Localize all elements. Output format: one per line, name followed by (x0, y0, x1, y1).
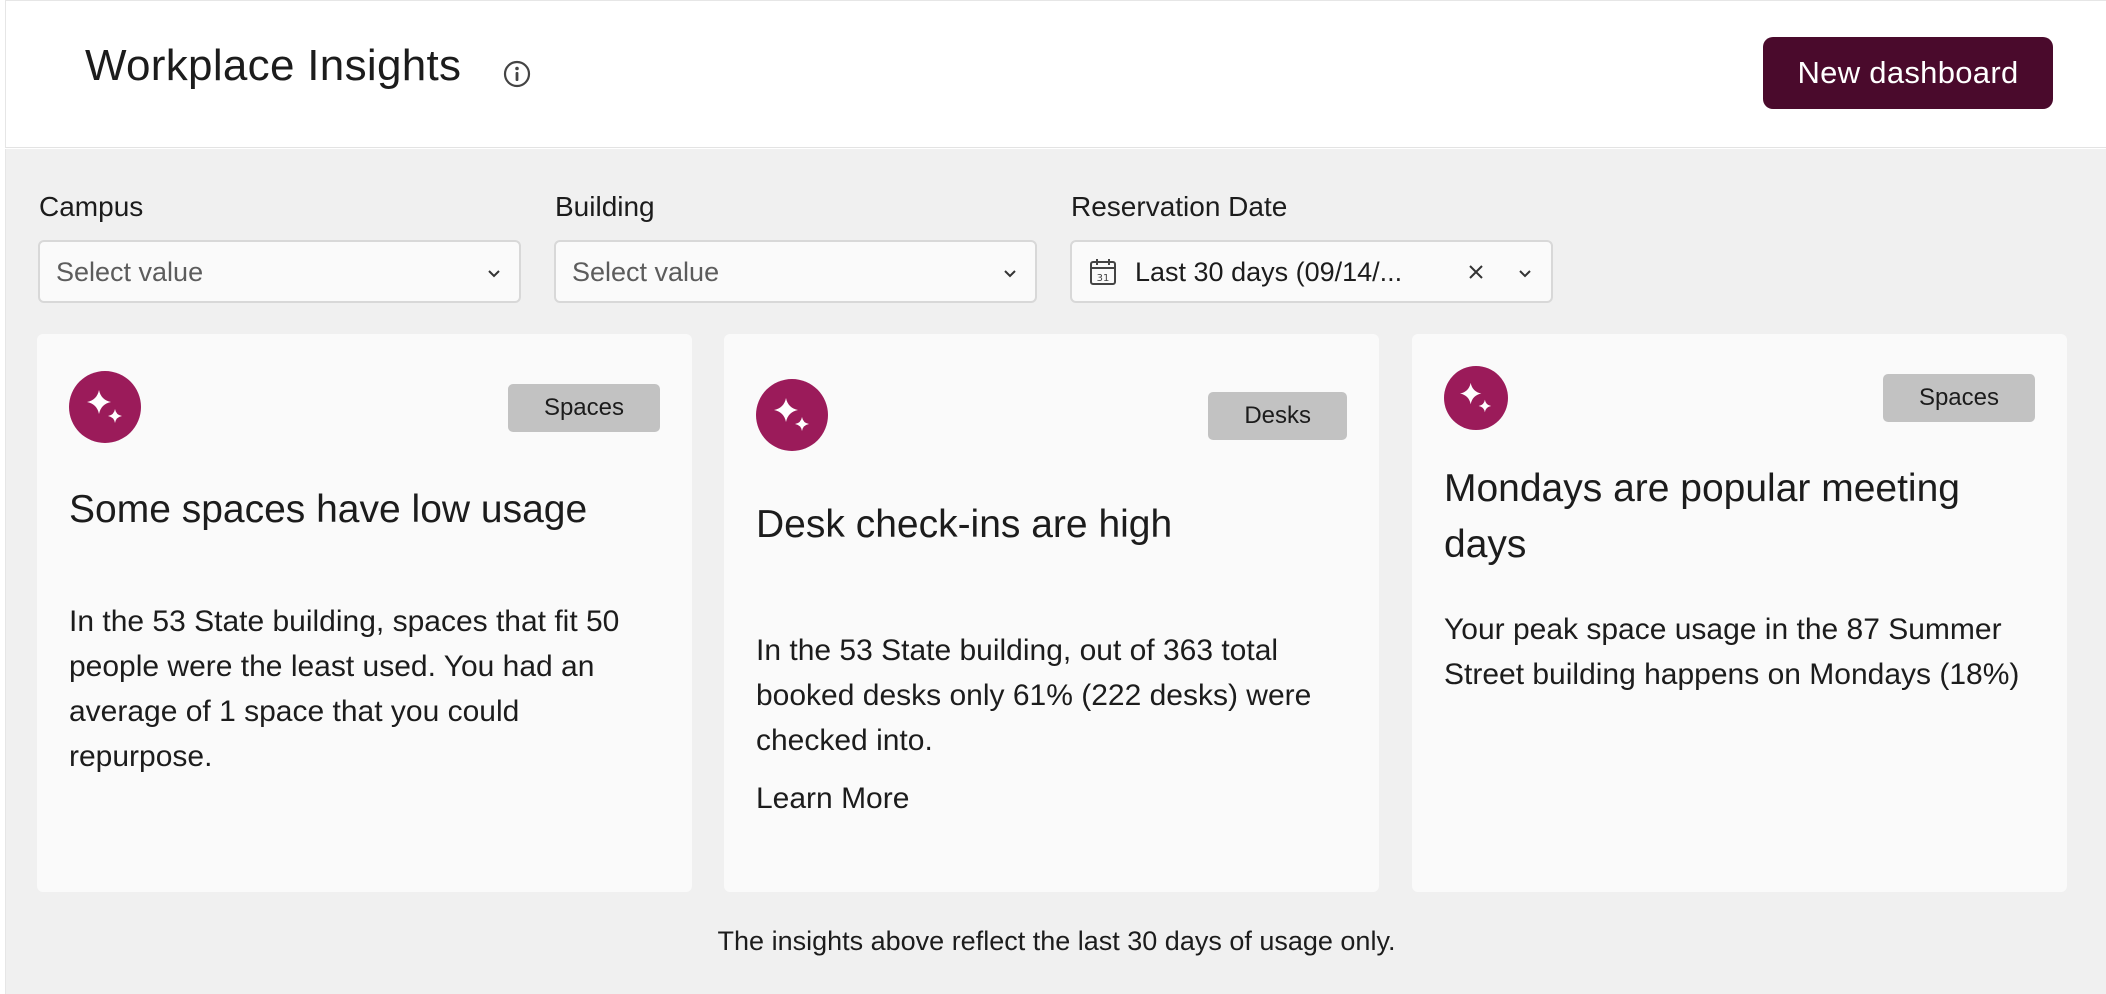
close-icon[interactable] (1466, 262, 1486, 282)
sparkle-icon (756, 379, 828, 451)
category-badge: Spaces (507, 384, 660, 432)
page-title: Workplace Insights (85, 41, 462, 90)
campus-select[interactable]: Select value (38, 240, 521, 303)
insight-card: Desks Desk check-ins are high In the 53 … (724, 334, 1379, 892)
chevron-down-icon (485, 264, 503, 282)
category-badge: Desks (1208, 392, 1347, 440)
card-title: Some spaces have low usage (69, 488, 588, 531)
sparkle-icon (69, 371, 141, 443)
category-badge: Spaces (1882, 374, 2035, 422)
chevron-down-icon (1001, 264, 1019, 282)
insights-footer-note: The insights above reflect the last 30 d… (717, 926, 1396, 956)
card-title: Mondays are popular meeting days (1444, 467, 1960, 566)
page-header: Workplace Insights New dashboard (5, 0, 2106, 148)
new-dashboard-button[interactable]: New dashboard (1763, 37, 2053, 109)
card-body: In the 53 State building, spaces that fi… (69, 605, 620, 773)
svg-text:31: 31 (1097, 273, 1110, 284)
reservation-date-value: Last 30 days (09/14/... (1135, 257, 1403, 287)
chevron-down-icon[interactable] (1516, 264, 1534, 282)
building-select[interactable]: Select value (554, 240, 1037, 303)
building-filter-label: Building (555, 191, 655, 222)
sparkle-icon (1444, 366, 1508, 430)
calendar-icon: 31 (1088, 257, 1118, 287)
info-icon[interactable] (502, 59, 532, 89)
insight-card: Spaces Mondays are popular meeting days … (1412, 334, 2067, 892)
campus-select-placeholder: Select value (56, 257, 204, 287)
learn-more-link[interactable]: Learn More (756, 782, 909, 816)
card-body: Your peak space usage in the 87 Summer S… (1444, 613, 2020, 691)
reservation-date-filter-label: Reservation Date (1071, 191, 1288, 222)
building-select-placeholder: Select value (572, 257, 720, 287)
insights-content: Campus Select value Building Select valu… (5, 149, 2106, 994)
campus-filter-label: Campus (39, 191, 144, 222)
insight-card: Spaces Some spaces have low usage In the… (37, 334, 692, 892)
card-body: In the 53 State building, out of 363 tot… (756, 634, 1312, 757)
reservation-date-select[interactable]: 31 Last 30 days (09/14/... (1070, 240, 1553, 303)
card-title: Desk check-ins are high (756, 503, 1173, 546)
